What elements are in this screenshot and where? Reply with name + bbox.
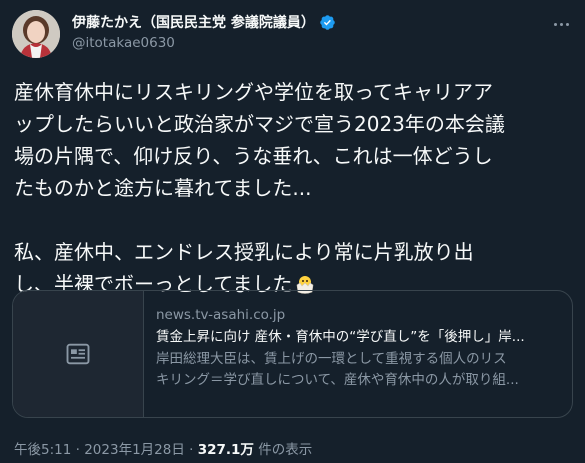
verified-badge-icon (319, 14, 336, 31)
author-handle[interactable]: @itotakae0630 (72, 35, 175, 51)
tweet-line: 場の片隅で、仰け反り、うな垂れ、これは一体どうし (14, 144, 493, 168)
card-title: 賃金上昇に向け 産休・育休中の“学び直し”を「後押し」岸... (156, 329, 525, 345)
card-body: news.tv-asahi.co.jp 賃金上昇に向け 産休・育休中の“学び直し… (156, 305, 561, 391)
avatar[interactable] (12, 10, 60, 58)
author-name-row: 伊藤たかえ（国民民主党 参議院議員） (72, 12, 336, 32)
card-description-line: 岸田総理大臣は、賃上げの一環として重視する個人のリス (156, 351, 507, 367)
link-preview-card[interactable]: news.tv-asahi.co.jp 賃金上昇に向け 産休・育休中の“学び直し… (12, 290, 573, 418)
tweet-meta: 午後5:11 · 2023年1月28日 · 327.1万 件の表示 (14, 438, 312, 458)
card-description: 岸田総理大臣は、賃上げの一環として重視する個人のリス キリング＝学び直しについて… (156, 349, 561, 391)
article-placeholder-icon (66, 343, 90, 365)
meta-separator: · (189, 442, 194, 458)
card-thumbnail (13, 291, 144, 417)
views-count[interactable]: 327.1万 (198, 442, 254, 458)
meta-separator: · (75, 442, 80, 458)
author-display-name[interactable]: 伊藤たかえ（国民民主党 参議院議員） (72, 12, 315, 32)
card-domain: news.tv-asahi.co.jp (156, 307, 286, 323)
card-description-line: キリング＝学び直しについて、産休や育休中の人が取り組... (156, 372, 519, 388)
views-label: 件の表示 (258, 442, 313, 458)
tweet-line: ップしたらいいと政治家がマジで宣う2023年の本会議 (14, 112, 505, 136)
tweet-time[interactable]: 午後5:11 (14, 442, 71, 458)
more-options-icon[interactable] (549, 14, 573, 34)
tweet-line: 私、産休中、エンドレス授乳により常に片乳放り出 (14, 240, 474, 264)
tweet-line: たものかと途方に暮れてました... (14, 176, 312, 200)
avatar-photo (12, 10, 60, 58)
tweet-date[interactable]: 2023年1月28日 (84, 442, 185, 458)
tweet-text: 産休育休中にリスキリングや学位を取ってキャリアア ップしたらいいと政治家がマジで… (14, 76, 579, 304)
tweet-line: 産休育休中にリスキリングや学位を取ってキャリアア (14, 80, 493, 104)
